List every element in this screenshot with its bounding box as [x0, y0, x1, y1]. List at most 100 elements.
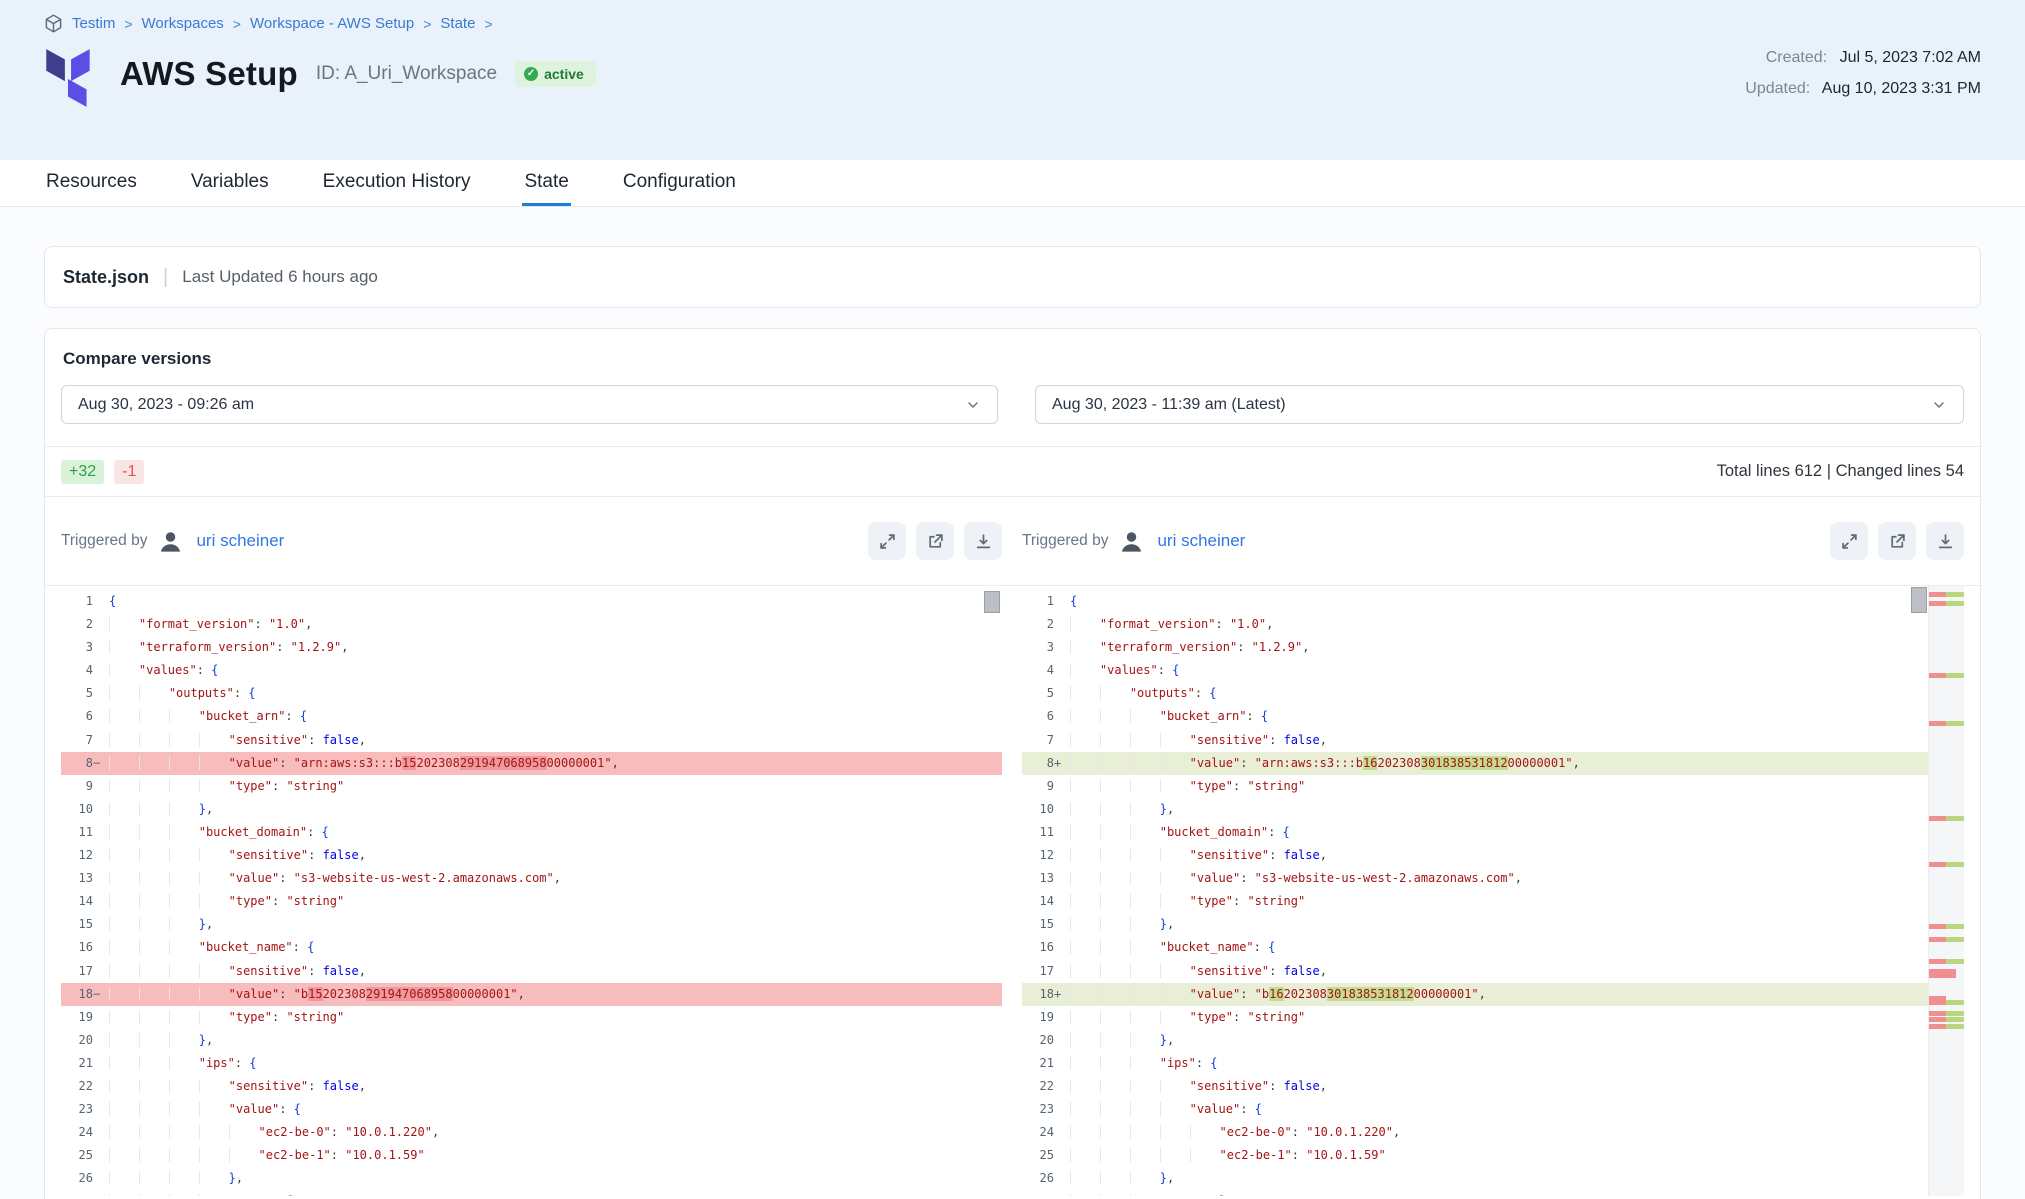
- breadcrumb-separator: >: [233, 16, 241, 32]
- diff-marker: [1054, 798, 1068, 821]
- expand-icon: [879, 533, 896, 550]
- tab-variables[interactable]: Variables: [189, 161, 271, 206]
- line-number: 17: [1022, 960, 1054, 983]
- code-line: 18+ "value": "b1620230830183853181200000…: [1022, 983, 1964, 1006]
- diff-marker: [93, 1167, 107, 1190]
- code-line: 22 "sensitive": false,: [1022, 1075, 1964, 1098]
- user-avatar-icon: [157, 528, 184, 555]
- code-line: 3 "terraform_version": "1.2.9",: [1022, 636, 1964, 659]
- diff-marker: [93, 821, 107, 844]
- line-number: 18: [1022, 983, 1054, 1006]
- diff-marker: [93, 1098, 107, 1121]
- code-line: 22 "sensitive": false,: [61, 1075, 1002, 1098]
- version-select-right-value: Aug 30, 2023 - 11:39 am (Latest): [1052, 396, 1286, 414]
- code-line: 10 },: [61, 798, 1002, 821]
- diff-marker: [1054, 705, 1068, 728]
- download-button[interactable]: [964, 522, 1002, 560]
- diff-stats-row: +32 -1 Total lines 612 | Changed lines 5…: [45, 447, 1980, 497]
- download-button[interactable]: [1926, 522, 1964, 560]
- breadcrumb-separator: >: [124, 16, 132, 32]
- breadcrumb-item[interactable]: Testim: [72, 15, 115, 32]
- triggered-by-label: Triggered by: [1022, 532, 1108, 550]
- breadcrumb-separator: >: [423, 16, 431, 32]
- chevron-down-icon: [965, 397, 981, 413]
- code-line: 9 "type": "string": [1022, 775, 1964, 798]
- code-line: 21 "ips": {: [61, 1052, 1002, 1075]
- divider: |: [163, 266, 168, 289]
- tab-resources[interactable]: Resources: [44, 161, 139, 206]
- diff-marker: [1054, 1006, 1068, 1029]
- diff-marker: [93, 867, 107, 890]
- diff-marker: [1054, 960, 1068, 983]
- right-panel-header: Triggered by uri scheiner: [1022, 522, 1964, 560]
- diff-marker: [93, 1144, 107, 1167]
- tab-execution-history[interactable]: Execution History: [321, 161, 473, 206]
- line-number: 26: [61, 1167, 93, 1190]
- state-file-card: State.json | Last Updated 6 hours ago: [44, 246, 1981, 308]
- main-content: State.json | Last Updated 6 hours ago Co…: [0, 246, 2025, 1199]
- diff-marker: [93, 590, 107, 613]
- tab-state[interactable]: State: [522, 161, 570, 206]
- updated-label: Updated:: [1745, 80, 1810, 97]
- open-external-button[interactable]: [1878, 522, 1916, 560]
- diff-marker: [1054, 1167, 1068, 1190]
- line-number: 2: [1022, 613, 1054, 636]
- diff-editor-new: 1{2 "format_version": "1.0",3 "terraform…: [1022, 586, 1964, 1196]
- breadcrumb-item[interactable]: Workspaces: [142, 15, 224, 32]
- breadcrumb-item[interactable]: State: [440, 15, 475, 32]
- line-number: 25: [61, 1144, 93, 1167]
- line-number: 27: [1022, 1190, 1054, 1196]
- version-select-right[interactable]: Aug 30, 2023 - 11:39 am (Latest): [1035, 385, 1964, 424]
- line-number: 22: [61, 1075, 93, 1098]
- triggered-by-user[interactable]: uri scheiner: [196, 531, 284, 551]
- line-number: 4: [61, 659, 93, 682]
- diff-marker: [93, 936, 107, 959]
- diff-marker: [1054, 613, 1068, 636]
- line-number: 3: [1022, 636, 1054, 659]
- diff-marker: [1054, 867, 1068, 890]
- expand-button[interactable]: [868, 522, 906, 560]
- code-line: 16 "bucket_name": {: [61, 936, 1002, 959]
- code-line: 5 "outputs": {: [61, 682, 1002, 705]
- line-number: 11: [1022, 821, 1054, 844]
- diff-marker: [93, 775, 107, 798]
- line-number: 10: [1022, 798, 1054, 821]
- line-number: 15: [61, 913, 93, 936]
- diff-marker: [1054, 821, 1068, 844]
- code-line: 5 "outputs": {: [1022, 682, 1964, 705]
- expand-button[interactable]: [1830, 522, 1868, 560]
- breadcrumb-item[interactable]: Workspace - AWS Setup: [250, 15, 414, 32]
- line-number: 6: [1022, 705, 1054, 728]
- tab-configuration[interactable]: Configuration: [621, 161, 738, 206]
- external-link-icon: [1889, 533, 1906, 550]
- line-number: 24: [61, 1121, 93, 1144]
- code-line: 4 "values": {: [61, 659, 1002, 682]
- chevron-down-icon: [1931, 397, 1947, 413]
- scrollbar-thumb[interactable]: [1911, 587, 1927, 613]
- line-number: 7: [61, 729, 93, 752]
- state-file-updated: Last Updated 6 hours ago: [182, 267, 378, 287]
- code-line: 18− "value": "b1520230829194706895800000…: [61, 983, 1002, 1006]
- line-number: 13: [61, 867, 93, 890]
- code-line: 13 "value": "s3-website-us-west-2.amazon…: [61, 867, 1002, 890]
- code-line: 19 "type": "string": [61, 1006, 1002, 1029]
- diff-marker: [1054, 1190, 1068, 1196]
- line-number: 4: [1022, 659, 1054, 682]
- version-select-left[interactable]: Aug 30, 2023 - 09:26 am: [61, 385, 998, 424]
- code-line: 11 "bucket_domain": {: [1022, 821, 1964, 844]
- code-line: 2 "format_version": "1.0",: [1022, 613, 1964, 636]
- line-number: 20: [61, 1029, 93, 1052]
- code-line: 6 "bucket_arn": {: [1022, 705, 1964, 728]
- line-number: 21: [1022, 1052, 1054, 1075]
- open-external-button[interactable]: [916, 522, 954, 560]
- scrollbar-thumb[interactable]: [984, 591, 1000, 613]
- diff-editors: 1{2 "format_version": "1.0",3 "terraform…: [45, 585, 1980, 1196]
- code-line: 23 "value": {: [1022, 1098, 1964, 1121]
- code-line: 14 "type": "string": [61, 890, 1002, 913]
- line-number: 27: [61, 1190, 93, 1196]
- diff-marker: [1054, 913, 1068, 936]
- triggered-by-user[interactable]: uri scheiner: [1157, 531, 1245, 551]
- user-avatar-icon: [1118, 528, 1145, 555]
- code-line: 25 "ec2-be-1": "10.0.1.59": [61, 1144, 1002, 1167]
- diff-marker: [1054, 636, 1068, 659]
